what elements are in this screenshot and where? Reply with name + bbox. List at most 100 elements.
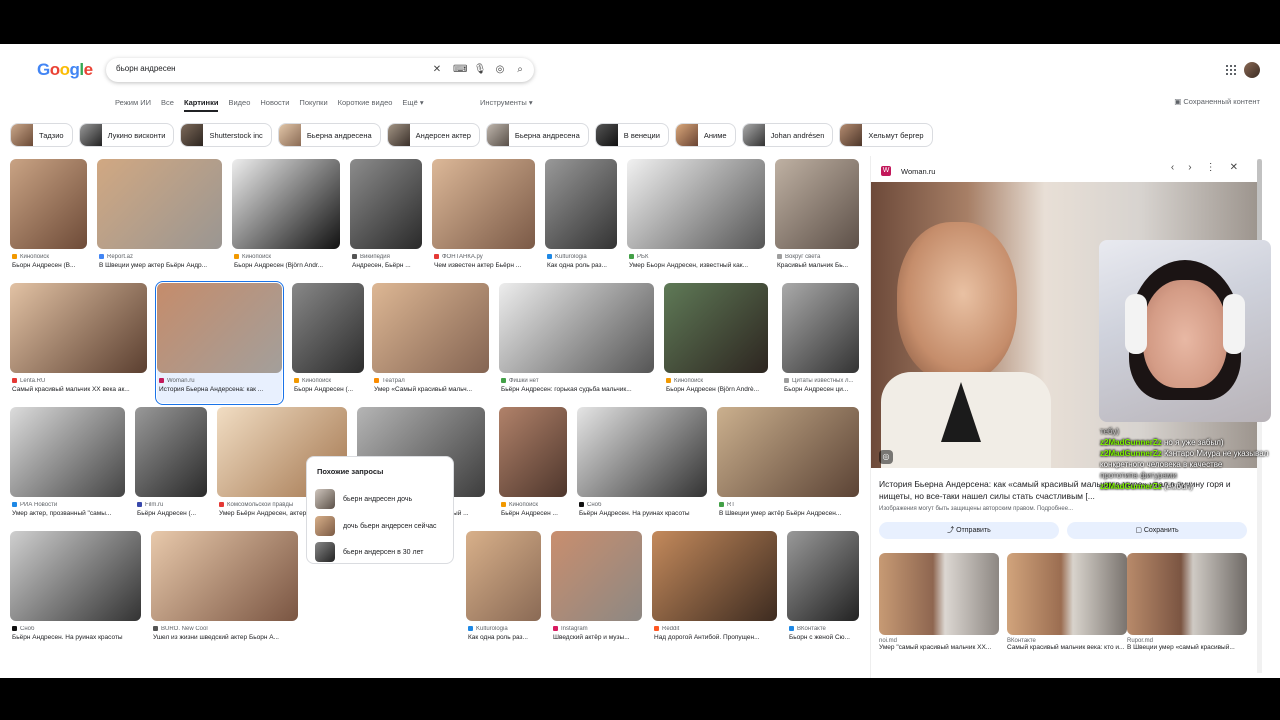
search-icon[interactable]: ⌕ [513, 63, 527, 77]
result-source: Кинопоиск [501, 502, 569, 508]
image-result[interactable]: Вокруг света Красивый мальчик Бь... [775, 159, 859, 279]
image-result[interactable]: Kulturologia Как одна роль раз... [545, 159, 617, 279]
image-result[interactable]: РИА Новости Умер актер, прозванный "самы.… [10, 407, 125, 527]
related-image[interactable]: noi.md Умер "самый красивый мальчик XX..… [879, 553, 999, 651]
result-thumbnail [545, 159, 617, 249]
clear-icon[interactable]: ✕ [430, 63, 444, 77]
source-favicon-icon [789, 626, 794, 631]
related-searches-box: Похожие запросы бьерн андресен дочь дочь… [306, 456, 454, 564]
more-vert-icon[interactable]: ⋮ [1206, 162, 1216, 173]
lens-icon[interactable]: ◎ [493, 63, 507, 77]
image-result[interactable]: Lenta.RU Самый красивый мальчик XX века а… [10, 283, 147, 403]
chip[interactable]: Лукино висконти [78, 123, 175, 147]
tab-video[interactable]: Видео [228, 98, 250, 112]
image-result[interactable]: Сноб Бьёрн Андресен. На руинах красоты [10, 531, 141, 651]
image-result[interactable]: Reddit Над дорогой Антибой. Пропущен... [652, 531, 777, 651]
image-result[interactable]: Film.ru Бьёрн Андресен (... [135, 407, 207, 527]
related-image[interactable]: ВКонтакте Самый красивый мальчик века: к… [1007, 553, 1127, 651]
image-result[interactable]: Report.az В Швеции умер актер Бьёрн Андр.… [97, 159, 222, 279]
related-search-item[interactable]: бьерн андресен дочь [315, 488, 447, 510]
result-caption: Андресен, Бьёрн ... [352, 262, 411, 269]
close-icon[interactable]: ✕ [1230, 162, 1238, 173]
image-result[interactable]: BURO. New Cool Ушел из жизни шведский акт… [151, 531, 298, 651]
preview-source[interactable]: W Woman.ru [881, 163, 935, 179]
result-caption: Бьёрн Андресен. На руинах красоты [579, 510, 690, 517]
image-result[interactable]: Кинопоиск Бьорн Андресен (В... [10, 159, 87, 279]
image-result[interactable]: Цитаты известных л... Бьорн Андресен ци..… [782, 283, 859, 403]
image-result[interactable]: Кинопоиск Бьёрн Андресен ... [499, 407, 567, 527]
result-source-name: Кинопоиск [242, 254, 272, 261]
search-input[interactable]: бьорн андресен [116, 64, 176, 73]
result-thumbnail [151, 531, 298, 621]
image-result[interactable]: Кинопоиск Бьорн Андресен (Björn Andrè... [664, 283, 768, 403]
result-caption: Над дорогой Антибой. Пропущен... [654, 634, 760, 641]
tab-short-videos[interactable]: Короткие видео [338, 98, 393, 112]
image-result[interactable]: РБК Умер Бьорн Андресен, известный как... [627, 159, 765, 279]
result-source-name: Кинопоиск [20, 254, 50, 261]
image-result[interactable]: Kulturologia Как одна роль раз... [466, 531, 541, 651]
tab-all[interactable]: Все [161, 98, 174, 112]
related-image-thumb [879, 553, 999, 635]
account-avatar[interactable] [1244, 62, 1260, 78]
related-search-label: бьерн андресен дочь [343, 495, 413, 503]
image-result[interactable]: Театрал Умер «Самый красивый мальч... [372, 283, 489, 403]
chip[interactable]: Johan andrésen [741, 123, 834, 147]
result-source-name: Сноб [20, 626, 35, 633]
tab-news[interactable]: Новости [260, 98, 289, 112]
image-result[interactable]: Woman.ru История Бьерна Андерсена: как ..… [155, 281, 284, 405]
search-bar[interactable]: бьорн андресен ✕ ⌨ 🎙 ◎ ⌕ [106, 58, 534, 82]
chip-label: Бьерна андресена [306, 130, 372, 140]
tab-ai-mode[interactable]: Режим ИИ [115, 98, 151, 112]
image-result[interactable]: RT В Швеции умер актёр Бьёрн Андресен... [717, 407, 859, 527]
save-button[interactable]: ▢ Сохранить [1067, 522, 1247, 539]
result-source-name: ВКонтакте [797, 626, 826, 633]
source-favicon-icon [99, 254, 104, 259]
keyboard-icon[interactable]: ⌨ [453, 63, 467, 77]
chevron-right-icon[interactable]: › [1188, 162, 1191, 173]
image-result[interactable]: Википедия Андресен, Бьёрн ... [350, 159, 422, 279]
image-result[interactable]: ФОНТАНКА.ру Чем известен актер Бьёрн ... [432, 159, 535, 279]
chip[interactable]: Хельмут бергер [839, 123, 933, 147]
result-source-name: Kulturologia [476, 626, 508, 633]
mic-icon[interactable]: 🎙 [473, 63, 487, 77]
lens-search-icon[interactable]: ◎ [879, 450, 893, 464]
image-result[interactable]: Кинопоиск Бьорн Андресен (Björn Andr... [232, 159, 340, 279]
related-search-item[interactable]: дочь бьерн андерсен сейчас [315, 515, 447, 537]
chip[interactable]: Бьерна андресена [485, 123, 589, 147]
chip[interactable]: Андерсен актер [386, 123, 480, 147]
related-image[interactable]: Rupor.md В Швеции умер «самый красивый..… [1127, 553, 1247, 651]
share-button[interactable]: ⤴ Отправить [879, 522, 1059, 539]
related-image-caption: Самый красивый мальчик века: кто и... [1007, 644, 1125, 651]
result-source: Википедия [352, 254, 424, 260]
search-tabs: Режим ИИ Все Картинки Видео Новости Поку… [115, 98, 424, 112]
chip[interactable]: Бьерна андресена [277, 123, 381, 147]
tab-shopping[interactable]: Покупки [299, 98, 327, 112]
saved-content-link[interactable]: ▣ Сохраненный контент [1174, 97, 1260, 106]
result-caption: Бьорн с женой Сю... [789, 634, 850, 641]
result-source: Кинопоиск [294, 378, 366, 384]
image-result[interactable]: Instagram Шведский актёр и музы... [551, 531, 642, 651]
result-thumbnail [551, 531, 642, 621]
chip[interactable]: Аниме [674, 123, 736, 147]
source-favicon-icon [501, 378, 506, 383]
result-caption: Бьёрн Андресен. На руинах красоты [12, 634, 123, 641]
chip[interactable]: В венеции [594, 123, 669, 147]
tab-more[interactable]: Ещё ▾ [402, 98, 423, 112]
chip[interactable]: Тадзио [10, 123, 73, 147]
google-logo[interactable]: Google [37, 60, 93, 80]
apps-icon[interactable] [1226, 65, 1236, 75]
chip[interactable]: Shutterstock inc [180, 123, 272, 147]
image-result[interactable]: ВКонтакте Бьорн с женой Сю... [787, 531, 859, 651]
share-icon: ⤴ [947, 527, 957, 534]
image-result[interactable]: Сноб Бьёрн Андресен. На руинах красоты [577, 407, 707, 527]
tab-images[interactable]: Картинки [183, 98, 219, 112]
image-result[interactable]: Фишки нет Бьёрн Андресен: горькая судьба … [499, 283, 654, 403]
result-source: ФОНТАНКА.ру [434, 254, 537, 260]
result-source-name: Reddit [662, 626, 680, 633]
image-result[interactable]: Кинопоиск Бьорн Андресен (... [292, 283, 364, 403]
related-search-item[interactable]: бьерн андерсен в 30 лет [315, 541, 447, 563]
result-source: Instagram [553, 626, 644, 632]
source-favicon-icon [153, 626, 158, 631]
tools-menu[interactable]: Инструменты ▾ [480, 98, 533, 107]
chevron-left-icon[interactable]: ‹ [1171, 162, 1174, 173]
